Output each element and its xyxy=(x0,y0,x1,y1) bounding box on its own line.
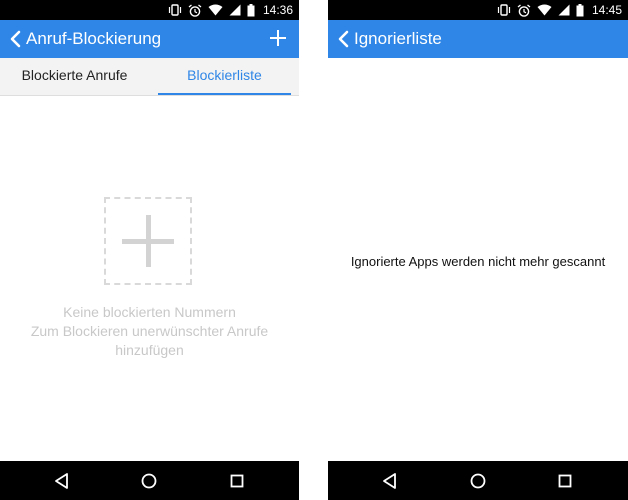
cell-signal-icon xyxy=(229,4,241,16)
cell-signal-icon xyxy=(558,4,570,16)
tab-indicator xyxy=(158,93,291,95)
status-icons: 14:45 xyxy=(497,0,622,20)
chevron-left-icon[interactable] xyxy=(336,29,352,49)
chevron-left-icon[interactable] xyxy=(8,29,24,49)
alarm-icon xyxy=(517,3,531,17)
empty-state-line-3: hinzufügen xyxy=(115,342,184,358)
page-title: Ignorierliste xyxy=(354,29,442,48)
phone-screen-call-blocking: 14:36 Anruf-Blockierung Blockierte Anruf… xyxy=(0,0,299,500)
status-bar: 14:45 xyxy=(328,0,628,20)
ignore-list-message: Ignorierte Apps werden nicht mehr gescan… xyxy=(350,254,606,269)
recents-square-icon[interactable] xyxy=(225,469,249,493)
wifi-icon xyxy=(537,4,552,16)
tab-bar: Blockierte Anrufe Blockierliste xyxy=(0,58,299,96)
app-bar: Ignorierliste xyxy=(328,20,628,58)
battery-icon xyxy=(576,3,584,16)
navigation-bar xyxy=(0,461,299,500)
alarm-icon xyxy=(188,3,202,17)
status-time: 14:45 xyxy=(591,3,622,17)
vibrate-icon xyxy=(497,4,511,16)
recents-square-icon[interactable] xyxy=(553,469,577,493)
home-circle-icon[interactable] xyxy=(466,469,490,493)
home-circle-icon[interactable] xyxy=(137,469,161,493)
tab-blocked-calls[interactable]: Blockierte Anrufe xyxy=(0,58,149,95)
add-number-placeholder[interactable] xyxy=(104,197,192,285)
status-bar: 14:36 xyxy=(0,0,299,20)
wifi-icon xyxy=(208,4,223,16)
back-triangle-icon[interactable] xyxy=(50,469,74,493)
plus-icon[interactable] xyxy=(269,28,287,48)
tab-block-list[interactable]: Blockierliste xyxy=(158,58,291,95)
app-bar: Anruf-Blockierung xyxy=(0,20,299,58)
status-time: 14:36 xyxy=(262,3,293,17)
status-icons: 14:36 xyxy=(168,0,293,20)
phone-screen-ignore-list: 14:45 Ignorierliste Ignorierte Apps werd… xyxy=(328,0,628,500)
empty-state-line-2: Zum Blockieren unerwünschter Anrufe xyxy=(30,323,269,339)
empty-state-text: Keine blockierten Nummern Zum Blockieren… xyxy=(0,303,299,360)
vibrate-icon xyxy=(168,4,182,16)
page-title: Anruf-Blockierung xyxy=(26,29,162,48)
battery-icon xyxy=(247,3,255,16)
back-triangle-icon[interactable] xyxy=(378,469,402,493)
navigation-bar xyxy=(328,461,628,500)
empty-state-line-1: Keine blockierten Nummern xyxy=(63,304,236,320)
